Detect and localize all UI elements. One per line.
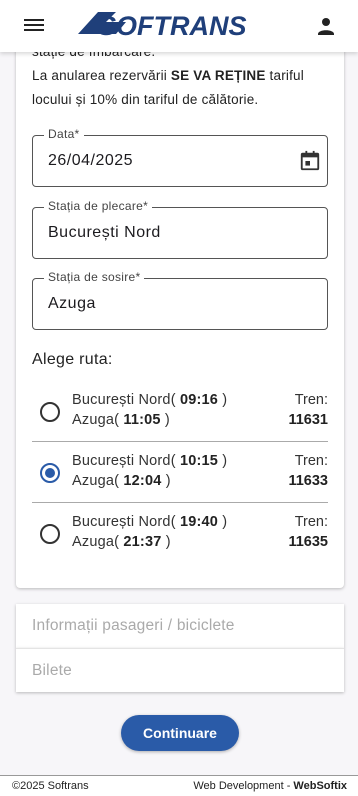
route-dep-time: 19:40 [179,514,219,530]
route-departure: București Nord( 19:40 ) [72,514,228,530]
date-field[interactable]: Data* [32,127,328,187]
softrans-logo: SOFTRANS [78,11,247,40]
passengers-panel-label: Informații pasageri / biciclete [32,617,235,634]
passengers-panel[interactable]: Informații pasageri / biciclete [16,604,344,648]
route-dep-time: 09:16 [179,392,219,408]
train-number: 11635 [288,534,328,550]
departure-label: Stația de plecare* [44,199,153,213]
route-to: Azuga [72,412,115,428]
route-arrival: Azuga( 21:37 ) [72,534,171,550]
date-input[interactable] [48,152,288,170]
route-arr-time: 11:05 [123,412,161,428]
developer-credit: Web Development - WebSoftix [193,780,347,792]
route-radio[interactable] [40,524,60,544]
route-radio[interactable] [40,402,60,422]
date-label: Data* [44,127,84,141]
arrival-input[interactable] [48,295,288,313]
route-from: București Nord [72,453,171,469]
route-arrival: Azuga( 11:05 ) [72,412,170,428]
train-number: 11631 [288,412,328,428]
booking-card: stație de îmbarcare. La anularea rezervă… [16,22,344,588]
copyright-text: ©2025 Softrans [12,780,89,792]
route-option[interactable]: București Nord( 19:40 ) Azuga( 21:37 ) T… [32,503,328,564]
route-to: Azuga [72,473,115,489]
departure-input[interactable] [48,224,288,242]
arrival-label: Stația de sosire* [44,270,145,284]
route-departure: București Nord( 10:15 ) [72,453,228,469]
notice-text: tariful [265,68,304,83]
route-from: București Nord [72,514,171,530]
arrival-field[interactable]: Stația de sosire* [32,270,328,330]
notice-emphasis: SE VA REȚINE [170,68,266,83]
svg-text:SOFTRANS: SOFTRANS [98,11,247,40]
train-label: Tren: [294,453,328,469]
route-radio-selected[interactable] [40,463,60,483]
notice-text: La anularea rezervării [32,68,171,83]
route-departure: București Nord( 09:16 ) [72,392,228,408]
route-arrival: Azuga( 12:04 ) [72,473,171,489]
calendar-icon[interactable] [299,150,321,172]
footer: ©2025 Softrans Web Development - WebSoft… [0,775,358,796]
route-from: București Nord [72,392,171,408]
person-icon[interactable] [314,14,338,38]
notice-line: La anularea rezervării SE VA REȚINE tari… [32,64,332,88]
route-arr-time: 12:04 [123,473,162,489]
developer-link[interactable]: WebSoftix [293,780,347,792]
route-option[interactable]: București Nord( 10:15 ) Azuga( 12:04 ) T… [32,442,328,503]
app-bar: SOFTRANS [0,0,358,52]
route-to: Azuga [72,534,115,550]
tickets-panel[interactable]: Bilete [16,648,344,692]
route-title: Alege ruta: [32,351,113,368]
route-arr-time: 21:37 [123,534,162,550]
continue-button[interactable]: Continuare [121,715,239,751]
tickets-panel-label: Bilete [32,662,72,679]
departure-field[interactable]: Stația de plecare* [32,199,328,259]
train-number: 11633 [288,473,328,489]
notice-line: locului și 10% din tariful de călătorie. [32,92,259,107]
developer-prefix: Web Development - [193,780,294,792]
train-label: Tren: [294,392,328,408]
route-option[interactable]: București Nord( 09:16 ) Azuga( 11:05 ) T… [32,381,328,442]
train-label: Tren: [294,514,328,530]
menu-icon[interactable] [22,16,46,36]
route-dep-time: 10:15 [179,453,219,469]
